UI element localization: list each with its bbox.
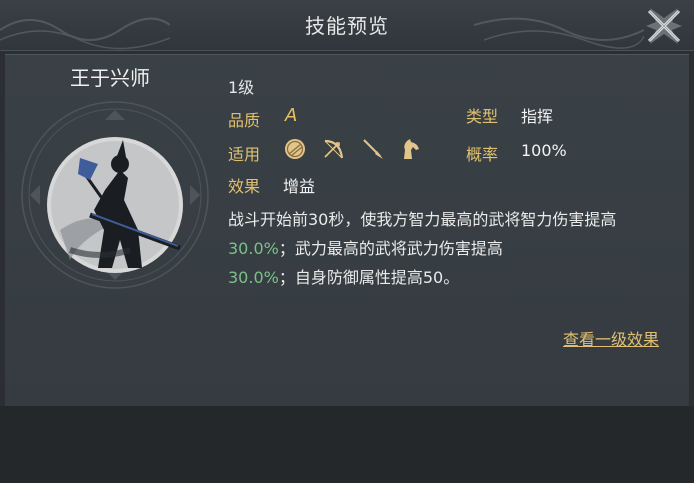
description-text: ；自身防御属性提高50。 [278, 268, 460, 287]
effect-label: 效果 [228, 177, 261, 196]
shield-icon [285, 139, 305, 159]
applicable-label: 适用 [228, 145, 261, 164]
skill-name: 王于兴师 [70, 66, 150, 90]
skill-description: 战斗开始前30秒，使我方智力最高的武将智力伤害提高30.0%；武力最高的武将武力… [228, 205, 668, 292]
rate-label: 概率 [466, 145, 499, 164]
effect-value: 增益 [283, 177, 316, 196]
rate-value: 100% [521, 141, 567, 160]
skill-level: 1级 [228, 78, 255, 97]
footer-bar [0, 406, 694, 483]
description-highlight: 30.0% [228, 268, 279, 287]
description-text: ；武力最高的武将武力伤害提高 [278, 239, 503, 258]
page-title: 技能预览 [305, 14, 389, 38]
type-value: 指挥 [521, 107, 554, 126]
horse-icon [404, 139, 419, 159]
spear-icon [363, 139, 383, 159]
view-level-effect-link[interactable]: 查看一级效果 [563, 326, 659, 350]
bow-icon [324, 139, 344, 159]
description-text: 战斗开始前30秒，使我方智力最高的武将智力伤害提高 [228, 210, 617, 229]
quality-label: 品质 [228, 111, 261, 130]
header-bar: 技能预览 [0, 0, 694, 51]
quality-value: A [285, 105, 298, 126]
type-label: 类型 [466, 107, 499, 126]
skill-emblem-icon [21, 101, 209, 289]
description-highlight: 30.0% [228, 239, 279, 258]
close-icon[interactable] [642, 4, 686, 48]
